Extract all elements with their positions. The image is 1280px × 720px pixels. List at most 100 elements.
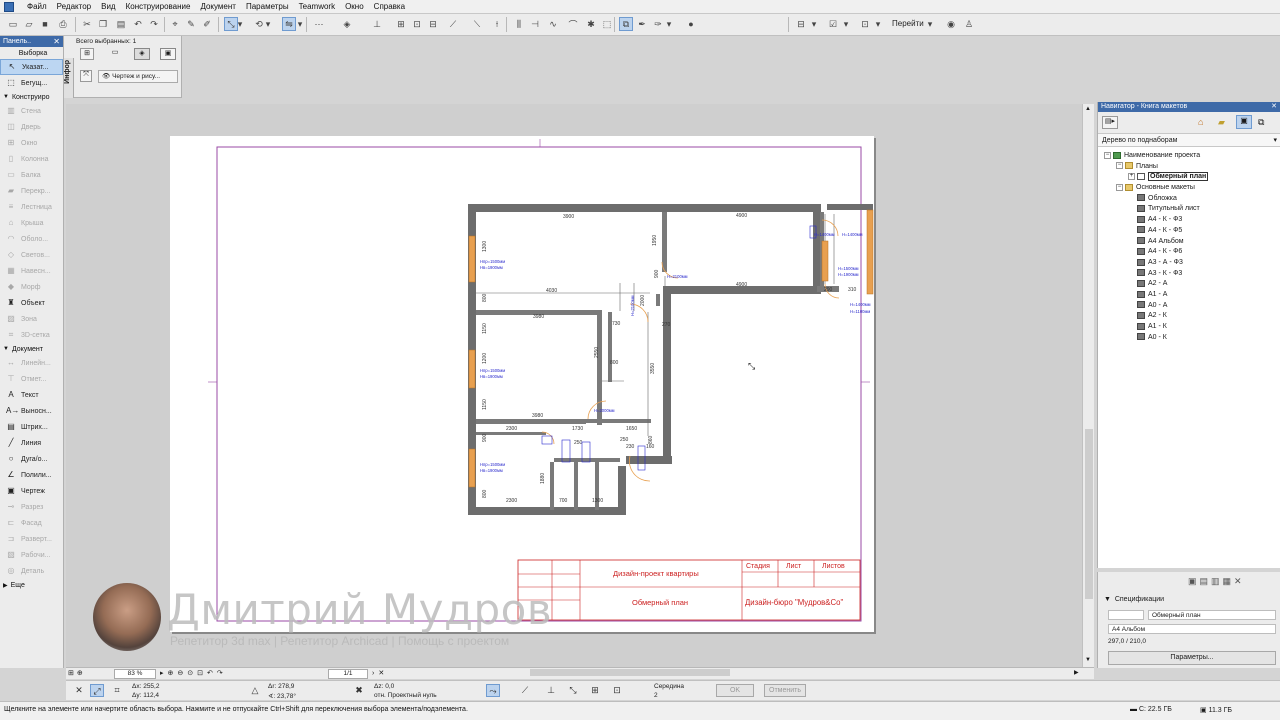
coord-dr[interactable]: Δr: 278,9 — [268, 683, 294, 690]
fillet-icon[interactable]: ⌒ — [566, 17, 580, 31]
curve-icon[interactable]: ∿ — [546, 17, 560, 31]
new-file-icon[interactable]: ▭ — [6, 17, 20, 31]
zoom-tools-icons[interactable]: ⊞⊕ — [68, 669, 86, 677]
tool-curtain-wall[interactable]: ▦ Навесн... — [0, 263, 63, 279]
intersect-icon[interactable]: ⟊ — [490, 17, 504, 31]
panel-toolbar-icons[interactable]: ▣▤▥▦✕ — [1188, 576, 1245, 587]
tool-shell[interactable]: ◠ Оболо... — [0, 231, 63, 247]
document-section[interactable]: ▼ Документ — [0, 343, 63, 355]
tree-item[interactable]: А2 - К — [1098, 311, 1280, 322]
undo-icon[interactable]: ↶ — [131, 17, 145, 31]
tool-slab[interactable]: ▰ Перекр... — [0, 183, 63, 199]
print-icon[interactable]: ⎙ — [56, 17, 70, 31]
layer-settings-icon[interactable]: ⊞ — [80, 48, 94, 60]
inject-icon[interactable]: ✐ — [200, 17, 214, 31]
window-view-icon[interactable]: ⊡ — [858, 17, 872, 31]
rect-select-icon[interactable]: ▭ — [108, 48, 122, 60]
tree-item[interactable]: А3 - К - Ф3 — [1098, 269, 1280, 280]
pen-icon[interactable]: ✒ — [635, 17, 649, 31]
snap-count[interactable]: 2 — [654, 692, 658, 699]
chevron-down-icon[interactable]: ▾ — [264, 17, 272, 31]
checkbox-view-icon[interactable]: ☑ — [826, 17, 840, 31]
tool-drawing[interactable]: ▣ Чертеж — [0, 483, 63, 499]
tree-item[interactable]: А4 Альбом — [1098, 237, 1280, 248]
coord-dz[interactable]: Δz: 0,0 — [374, 683, 394, 690]
close-icon[interactable]: ✕ — [1271, 102, 1277, 112]
menu-window[interactable]: Окно — [340, 2, 369, 11]
zoom-snap-icon[interactable]: ⊡ — [610, 684, 624, 697]
horizontal-scroll-thumb[interactable] — [530, 669, 730, 676]
snap-mode[interactable]: Середина — [654, 683, 684, 690]
render-icon[interactable]: ● — [684, 17, 698, 31]
adjust-icon[interactable]: ⟍ — [470, 17, 484, 31]
trace-icon[interactable]: ⫼ — [512, 17, 526, 31]
tool-stair[interactable]: ≡ Лестница — [0, 199, 63, 215]
line-snap-icon[interactable]: ⟋ — [518, 684, 532, 697]
grid-snap-icon[interactable]: ⋯ — [312, 17, 326, 31]
chevron-down-icon[interactable]: ▾ — [296, 17, 304, 31]
close-icon[interactable]: ✕ — [53, 36, 60, 47]
tool-mesh[interactable]: ⌗ 3D-сетка — [0, 327, 63, 343]
tool-arrow-pointer[interactable]: ↖ Указат... — [0, 59, 63, 75]
tool-label[interactable]: A→ Выносн... — [0, 403, 63, 419]
tree-item[interactable]: + Обмерный план — [1098, 172, 1280, 183]
tool-text[interactable]: A Текст — [0, 387, 63, 403]
expand-icon[interactable]: + — [1128, 173, 1135, 181]
tree-item[interactable]: − Наименование проекта — [1098, 151, 1280, 162]
spec-layout-field[interactable]: А4 Альбом — [1108, 624, 1276, 634]
tree-item[interactable]: А4 - К - Ф3 — [1098, 215, 1280, 226]
relative-coords-icon[interactable]: ⤢ — [90, 684, 104, 697]
tool-column[interactable]: ▯ Колонна — [0, 151, 63, 167]
specs-header[interactable]: ▼ Спецификации — [1104, 596, 1164, 603]
open-file-icon[interactable]: ▱ — [22, 17, 36, 31]
tree-item[interactable]: А4 - К - Ф5 — [1098, 226, 1280, 237]
chevron-down-icon[interactable]: ▾ — [842, 17, 850, 31]
home-icon[interactable]: ⌂ — [1198, 117, 1203, 127]
trim-icon[interactable]: ⊣ — [528, 17, 542, 31]
collapse-icon[interactable]: − — [1116, 183, 1123, 191]
chevron-down-icon[interactable]: ▾ — [810, 17, 818, 31]
explode-icon[interactable]: ✱ — [584, 17, 598, 31]
split-icon[interactable]: ⟋ — [446, 17, 460, 31]
grid-icon[interactable]: ⊞ — [588, 684, 602, 697]
multiply-icon[interactable]: ⊞ — [394, 17, 408, 31]
paste-icon[interactable]: ▤ — [114, 17, 128, 31]
parameters-button[interactable]: Параметры... — [1108, 651, 1276, 665]
navigator-mode-icon[interactable]: ▤▸ — [1102, 116, 1118, 129]
view-options-icon[interactable]: ⊟ — [794, 17, 808, 31]
drawing-tool-icon[interactable]: ⤧ — [80, 70, 92, 82]
drawing-settings-button[interactable]: 👁 Чертеж и рису... — [98, 70, 178, 83]
tool-roof[interactable]: ⌂ Крыша — [0, 215, 63, 231]
layout-sheet[interactable]: 3900 4900 4030 4900 3980 730 1950 2000 9… — [170, 136, 874, 632]
tree-item[interactable]: А1 - К — [1098, 322, 1280, 333]
tree-item[interactable]: Обложка — [1098, 194, 1280, 205]
menu-options[interactable]: Параметры — [241, 2, 294, 11]
tangent-icon[interactable]: ⤡ — [566, 684, 580, 697]
find-select-icon[interactable]: ⌖ — [168, 17, 182, 31]
tree-item[interactable]: Титульный лист — [1098, 204, 1280, 215]
tool-interior[interactable]: ⊐ Разверт... — [0, 531, 63, 547]
tree-item[interactable]: − Основные макеты — [1098, 183, 1280, 194]
tool-door[interactable]: ◫ Дверь — [0, 119, 63, 135]
edit-icon[interactable]: ⬚ — [600, 17, 614, 31]
tree-item[interactable]: А3 - А - Ф3 — [1098, 258, 1280, 269]
brush-icon[interactable]: ✑ — [651, 17, 665, 31]
vertical-scrollbar[interactable]: ▲ ▼ — [1082, 104, 1094, 667]
tool-worksheet[interactable]: ▧ Рабочи... — [0, 547, 63, 563]
tool-morph[interactable]: ◆ Морф — [0, 279, 63, 295]
magic-wand-icon[interactable]: ⤳ — [486, 684, 500, 697]
tool-skylight[interactable]: ◇ Светов... — [0, 247, 63, 263]
more-section[interactable]: ▶ Еще — [0, 579, 63, 591]
tool-beam[interactable]: ▭ Балка — [0, 167, 63, 183]
redo-icon[interactable]: ↷ — [147, 17, 161, 31]
tree-item[interactable]: А2 - А — [1098, 279, 1280, 290]
archicad-app-icon[interactable] — [4, 1, 14, 12]
offset-icon[interactable]: ⊟ — [426, 17, 440, 31]
layout-book-icon[interactable]: ▣ — [1236, 115, 1252, 129]
scroll-right-icon[interactable]: ▶ — [1074, 669, 1079, 676]
polar-icon[interactable]: △ — [248, 684, 262, 697]
pointer-mode-icon[interactable]: ◈ — [134, 48, 150, 60]
pick-up-icon[interactable]: ✎ — [184, 17, 198, 31]
tool-section[interactable]: ⊸ Разрез — [0, 499, 63, 515]
spec-id-field[interactable] — [1108, 610, 1144, 620]
